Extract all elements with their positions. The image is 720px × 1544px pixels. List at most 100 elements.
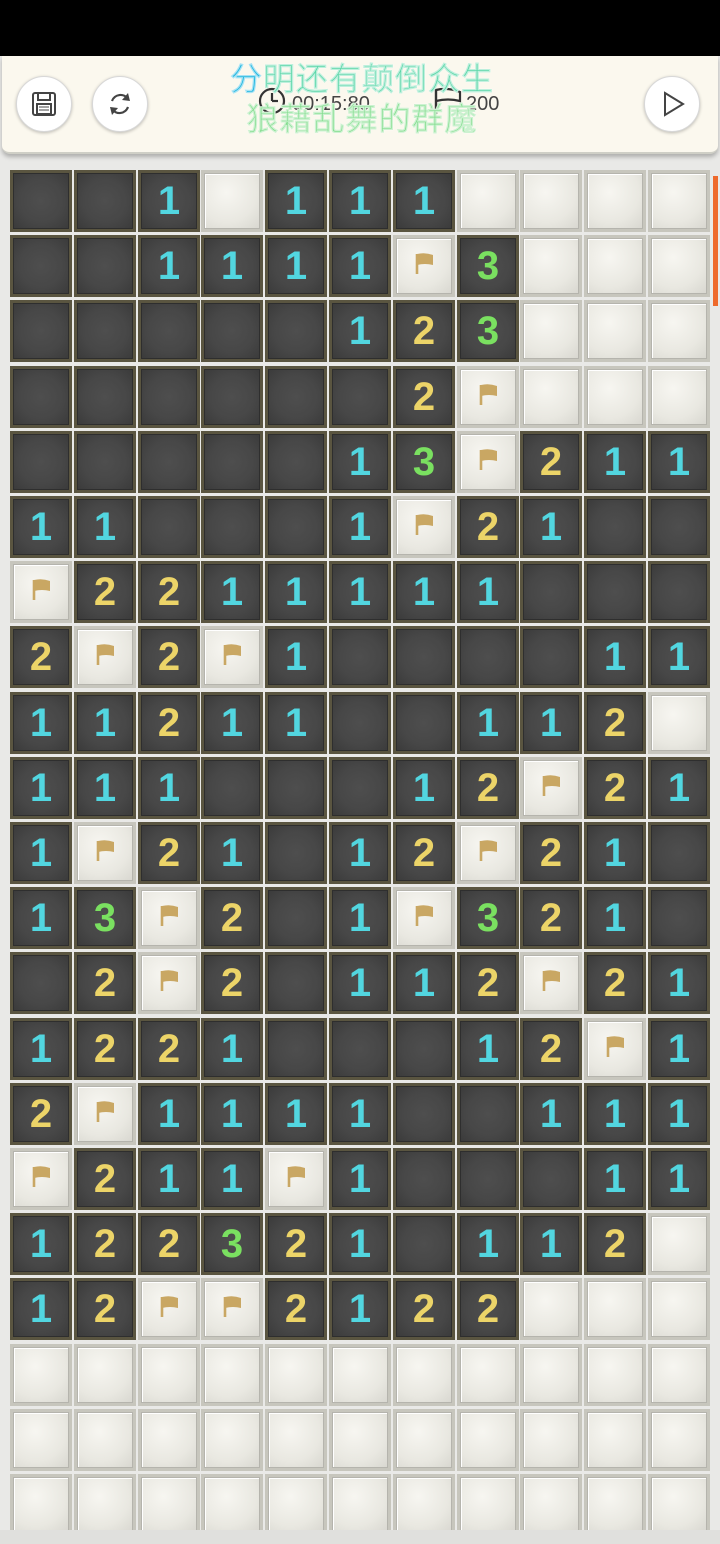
- cell-hidden[interactable]: [393, 1409, 455, 1471]
- cell-number[interactable]: 1: [265, 626, 327, 688]
- cell-number[interactable]: 1: [329, 431, 391, 493]
- cell-empty[interactable]: [201, 431, 263, 493]
- cell-hidden[interactable]: [393, 1474, 455, 1530]
- cell-number[interactable]: 2: [74, 1018, 136, 1080]
- cell-number[interactable]: 2: [393, 822, 455, 884]
- cell-empty[interactable]: [265, 952, 327, 1014]
- cell-number[interactable]: 3: [393, 431, 455, 493]
- cell-number[interactable]: 1: [138, 170, 200, 232]
- cell-hidden[interactable]: [457, 1474, 519, 1530]
- cell-number[interactable]: 2: [138, 692, 200, 754]
- cell-empty[interactable]: [10, 300, 72, 362]
- cell-hidden[interactable]: [520, 1278, 582, 1340]
- cell-hidden[interactable]: [265, 1474, 327, 1530]
- cell-empty[interactable]: [265, 366, 327, 428]
- cell-hidden[interactable]: [10, 1409, 72, 1471]
- cell-empty[interactable]: [10, 235, 72, 297]
- cell-hidden[interactable]: [648, 1409, 710, 1471]
- cell-hidden[interactable]: [74, 1409, 136, 1471]
- cell-number[interactable]: 1: [648, 626, 710, 688]
- cell-hidden[interactable]: [138, 1409, 200, 1471]
- cell-number[interactable]: 3: [457, 887, 519, 949]
- cell-number[interactable]: 2: [10, 626, 72, 688]
- cell-number[interactable]: 2: [520, 887, 582, 949]
- cell-number[interactable]: 2: [457, 757, 519, 819]
- cell-number[interactable]: 1: [138, 1083, 200, 1145]
- cell-number[interactable]: 1: [10, 1213, 72, 1275]
- cell-number[interactable]: 1: [329, 822, 391, 884]
- cell-flagged[interactable]: [393, 235, 455, 297]
- cell-hidden[interactable]: [648, 1474, 710, 1530]
- cell-flagged[interactable]: [520, 757, 582, 819]
- cell-number[interactable]: 2: [393, 300, 455, 362]
- cell-number[interactable]: 1: [329, 235, 391, 297]
- cell-hidden[interactable]: [584, 1409, 646, 1471]
- cell-empty[interactable]: [201, 496, 263, 558]
- cell-empty[interactable]: [457, 626, 519, 688]
- restart-button[interactable]: [92, 76, 148, 132]
- cell-number[interactable]: 1: [329, 300, 391, 362]
- cell-number[interactable]: 1: [10, 757, 72, 819]
- cell-hidden[interactable]: [201, 1344, 263, 1406]
- cell-flagged[interactable]: [457, 431, 519, 493]
- cell-empty[interactable]: [584, 496, 646, 558]
- cell-number[interactable]: 2: [138, 822, 200, 884]
- cell-number[interactable]: 1: [10, 1018, 72, 1080]
- cell-number[interactable]: 2: [457, 1278, 519, 1340]
- cell-number[interactable]: 2: [138, 1213, 200, 1275]
- cell-flagged[interactable]: [393, 496, 455, 558]
- cell-number[interactable]: 2: [584, 692, 646, 754]
- cell-hidden[interactable]: [584, 1278, 646, 1340]
- cell-flagged[interactable]: [393, 887, 455, 949]
- cell-empty[interactable]: [393, 692, 455, 754]
- cell-flagged[interactable]: [520, 952, 582, 1014]
- cell-empty[interactable]: [329, 692, 391, 754]
- cell-hidden[interactable]: [648, 170, 710, 232]
- cell-hidden[interactable]: [265, 1409, 327, 1471]
- cell-number[interactable]: 1: [10, 1278, 72, 1340]
- cell-number[interactable]: 1: [329, 1083, 391, 1145]
- cell-flagged[interactable]: [138, 952, 200, 1014]
- cell-number[interactable]: 1: [265, 692, 327, 754]
- cell-hidden[interactable]: [584, 1344, 646, 1406]
- cell-hidden[interactable]: [138, 1344, 200, 1406]
- cell-number[interactable]: 1: [138, 757, 200, 819]
- cell-number[interactable]: 1: [138, 1148, 200, 1210]
- cell-flagged[interactable]: [10, 1148, 72, 1210]
- cell-number[interactable]: 1: [329, 1148, 391, 1210]
- cell-hidden[interactable]: [201, 170, 263, 232]
- cell-number[interactable]: 1: [648, 1083, 710, 1145]
- cell-number[interactable]: 1: [648, 1148, 710, 1210]
- cell-number[interactable]: 1: [329, 1213, 391, 1275]
- cell-empty[interactable]: [393, 626, 455, 688]
- cell-number[interactable]: 1: [648, 431, 710, 493]
- cell-empty[interactable]: [584, 561, 646, 623]
- cell-number[interactable]: 3: [74, 887, 136, 949]
- cell-hidden[interactable]: [648, 235, 710, 297]
- cell-number[interactable]: 2: [201, 952, 263, 1014]
- cell-flagged[interactable]: [201, 626, 263, 688]
- cell-number[interactable]: 1: [201, 561, 263, 623]
- cell-number[interactable]: 1: [520, 1213, 582, 1275]
- cell-flagged[interactable]: [201, 1278, 263, 1340]
- cell-number[interactable]: 2: [457, 952, 519, 1014]
- cell-number[interactable]: 3: [457, 300, 519, 362]
- cell-hidden[interactable]: [584, 366, 646, 428]
- cell-number[interactable]: 1: [329, 1278, 391, 1340]
- cell-number[interactable]: 1: [201, 1083, 263, 1145]
- cell-hidden[interactable]: [584, 170, 646, 232]
- cell-number[interactable]: 2: [520, 431, 582, 493]
- cell-hidden[interactable]: [329, 1344, 391, 1406]
- cell-empty[interactable]: [74, 235, 136, 297]
- cell-number[interactable]: 1: [10, 496, 72, 558]
- cell-hidden[interactable]: [457, 1344, 519, 1406]
- cell-number[interactable]: 1: [457, 1213, 519, 1275]
- cell-number[interactable]: 2: [138, 626, 200, 688]
- cell-empty[interactable]: [329, 366, 391, 428]
- cell-hidden[interactable]: [520, 235, 582, 297]
- cell-number[interactable]: 2: [584, 757, 646, 819]
- cell-flagged[interactable]: [10, 561, 72, 623]
- cell-number[interactable]: 1: [584, 887, 646, 949]
- cell-hidden[interactable]: [457, 1409, 519, 1471]
- cell-number[interactable]: 1: [648, 1018, 710, 1080]
